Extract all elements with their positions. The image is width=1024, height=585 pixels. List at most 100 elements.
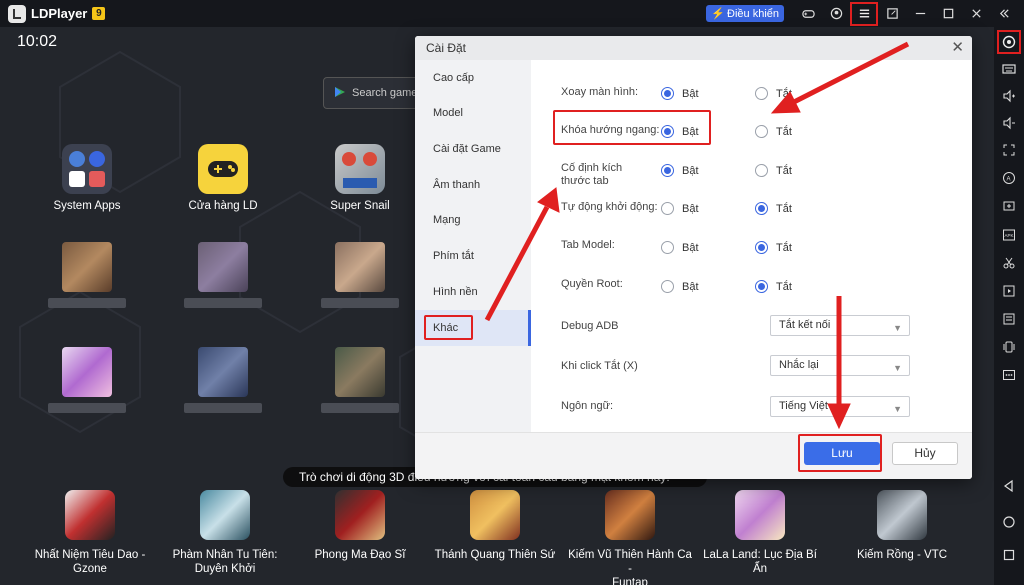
root-off[interactable]: Tắt [755,280,792,293]
close-icon[interactable]: ✕ [951,39,964,57]
control-button[interactable]: ⚡ Điều khiển [706,5,784,22]
app-blurred[interactable] [305,347,415,413]
app-label: Cửa hàng LD [188,200,258,212]
radio-label: Bật [682,280,699,293]
dock-app-label: LaLa Land: Lục Địa Bí Ẩn [703,549,817,575]
close-behavior-select[interactable]: Nhắc lại ▼ [770,355,910,376]
radio-dot [661,87,674,100]
app-label: System Apps [53,200,121,212]
volume-up-icon[interactable] [998,85,1020,107]
auto-click-icon[interactable]: A [998,167,1020,189]
blurred-label [48,403,126,413]
minimize-icon[interactable] [907,3,933,25]
nav-item-network[interactable]: Mạng [415,202,531,238]
game-icon [605,490,655,540]
dock-app[interactable]: Kiếm Vũ Thiên Hành Ca - Funtap [565,490,695,585]
back-icon[interactable] [998,475,1020,497]
account-icon[interactable] [823,3,849,25]
keyboard-icon[interactable] [998,58,1020,80]
pixelated-app-icon [62,242,112,292]
app-name: LDPlayer [31,6,88,21]
dock-app-label: Funtap [612,577,648,585]
landscape-lock-off[interactable]: Tắt [755,125,792,138]
dock-app[interactable]: Phong Ma Đạo Sĩ [295,490,425,562]
app-blurred[interactable] [168,347,278,413]
nav-item-other[interactable]: Khác [415,310,531,346]
auto-start-on[interactable]: Bật [661,202,699,215]
select-value: Tiếng Việt [779,400,828,412]
volume-down-icon[interactable] [998,112,1020,134]
save-button[interactable]: Lưu [804,442,880,465]
dock-app[interactable]: Thánh Quang Thiên Sứ [430,490,560,562]
record-icon[interactable] [998,280,1020,302]
dock-app-label: Duyên Khởi [194,563,256,575]
landscape-lock-on[interactable]: Bật [661,125,699,138]
language-select[interactable]: Tiếng Việt ▼ [770,396,910,417]
game-icon [877,490,927,540]
fullscreen-icon[interactable] [998,139,1020,161]
dock-app-label: Phong Ma Đạo Sĩ [314,549,406,561]
radio-label: Tắt [776,241,792,254]
maximize-icon[interactable] [935,3,961,25]
root-on[interactable]: Bật [661,280,699,293]
nav-item-game-settings[interactable]: Cài đặt Game [415,131,531,167]
radio-dot [661,125,674,138]
radio-dot [661,241,674,254]
radio-label: Bật [682,125,699,138]
right-toolbar: A APK [994,27,1024,585]
dock-app[interactable]: LaLa Land: Lục Địa Bí Ẩn [695,490,825,576]
app-ld-store[interactable]: Cửa hàng LD [168,144,278,212]
nav-item-advanced[interactable]: Cao cấp [415,60,531,96]
search-game-bar[interactable]: Search game [323,77,423,109]
app-blurred[interactable] [305,242,415,308]
row-label: Debug ADB [561,320,619,332]
title-bar: LDPlayer 9 ⚡ Điều khiển [0,0,1024,27]
nav-item-wallpaper[interactable]: Hình nền [415,274,531,310]
app-blurred[interactable] [32,347,142,413]
debug-adb-select[interactable]: Tắt kết nối ▼ [770,315,910,336]
recents-icon[interactable] [998,544,1020,566]
rotate-screen-off[interactable]: Tắt [755,87,792,100]
nav-item-model[interactable]: Model [415,95,531,131]
radio-label: Bật [682,241,699,254]
more-icon[interactable] [998,364,1020,386]
popout-icon[interactable] [879,3,905,25]
close-icon[interactable] [963,3,989,25]
radio-dot [755,280,768,293]
apk-icon[interactable]: APK [998,224,1020,246]
rotate-screen-on[interactable]: Bật [661,87,699,100]
fixed-tab-size-on[interactable]: Bật [661,164,699,177]
game-icon [65,490,115,540]
tab-model-on[interactable]: Bật [661,241,699,254]
radio-dot [755,164,768,177]
home-icon[interactable] [998,511,1020,533]
collapse-icon[interactable] [991,3,1017,25]
dock-app[interactable]: Phàm Nhân Tu Tiên: Duyên Khởi [160,490,290,576]
auto-start-off[interactable]: Tắt [755,202,792,215]
app-logo: LDPlayer 9 [8,4,106,23]
sync-icon[interactable] [998,336,1020,358]
dock-app[interactable]: Kiếm Rồng - VTC [837,490,967,562]
radio-dot [755,125,768,138]
gamepad-icon[interactable] [795,3,821,25]
fixed-tab-size-off[interactable]: Tắt [755,164,792,177]
settings-panel: Xoay màn hình: Bật Tắt Khóa hướng ngang:… [531,60,972,432]
app-blurred[interactable] [168,242,278,308]
row-label: Tự động khởi động: [561,201,658,213]
settings-icon[interactable] [997,30,1021,54]
nav-item-sound[interactable]: Âm thanh [415,167,531,203]
row-label: Xoay màn hình: [561,86,639,98]
row-label: Khóa hướng ngang: [561,124,660,136]
add-screen-icon[interactable] [998,195,1020,217]
tab-model-off[interactable]: Tắt [755,241,792,254]
menu-icon[interactable] [850,1,878,26]
cancel-button[interactable]: Hủy [892,442,958,465]
operation-record-icon[interactable] [998,308,1020,330]
app-super-snail[interactable]: Super Snail [305,144,415,212]
dock-app[interactable]: Nhất Niệm Tiêu Dao - Gzone [25,490,155,576]
nav-item-shortcuts[interactable]: Phím tắt [415,238,531,274]
app-blurred[interactable] [32,242,142,308]
app-system-apps[interactable]: System Apps [32,144,142,212]
pixelated-app-icon [198,347,248,397]
scissors-icon[interactable] [998,252,1020,274]
